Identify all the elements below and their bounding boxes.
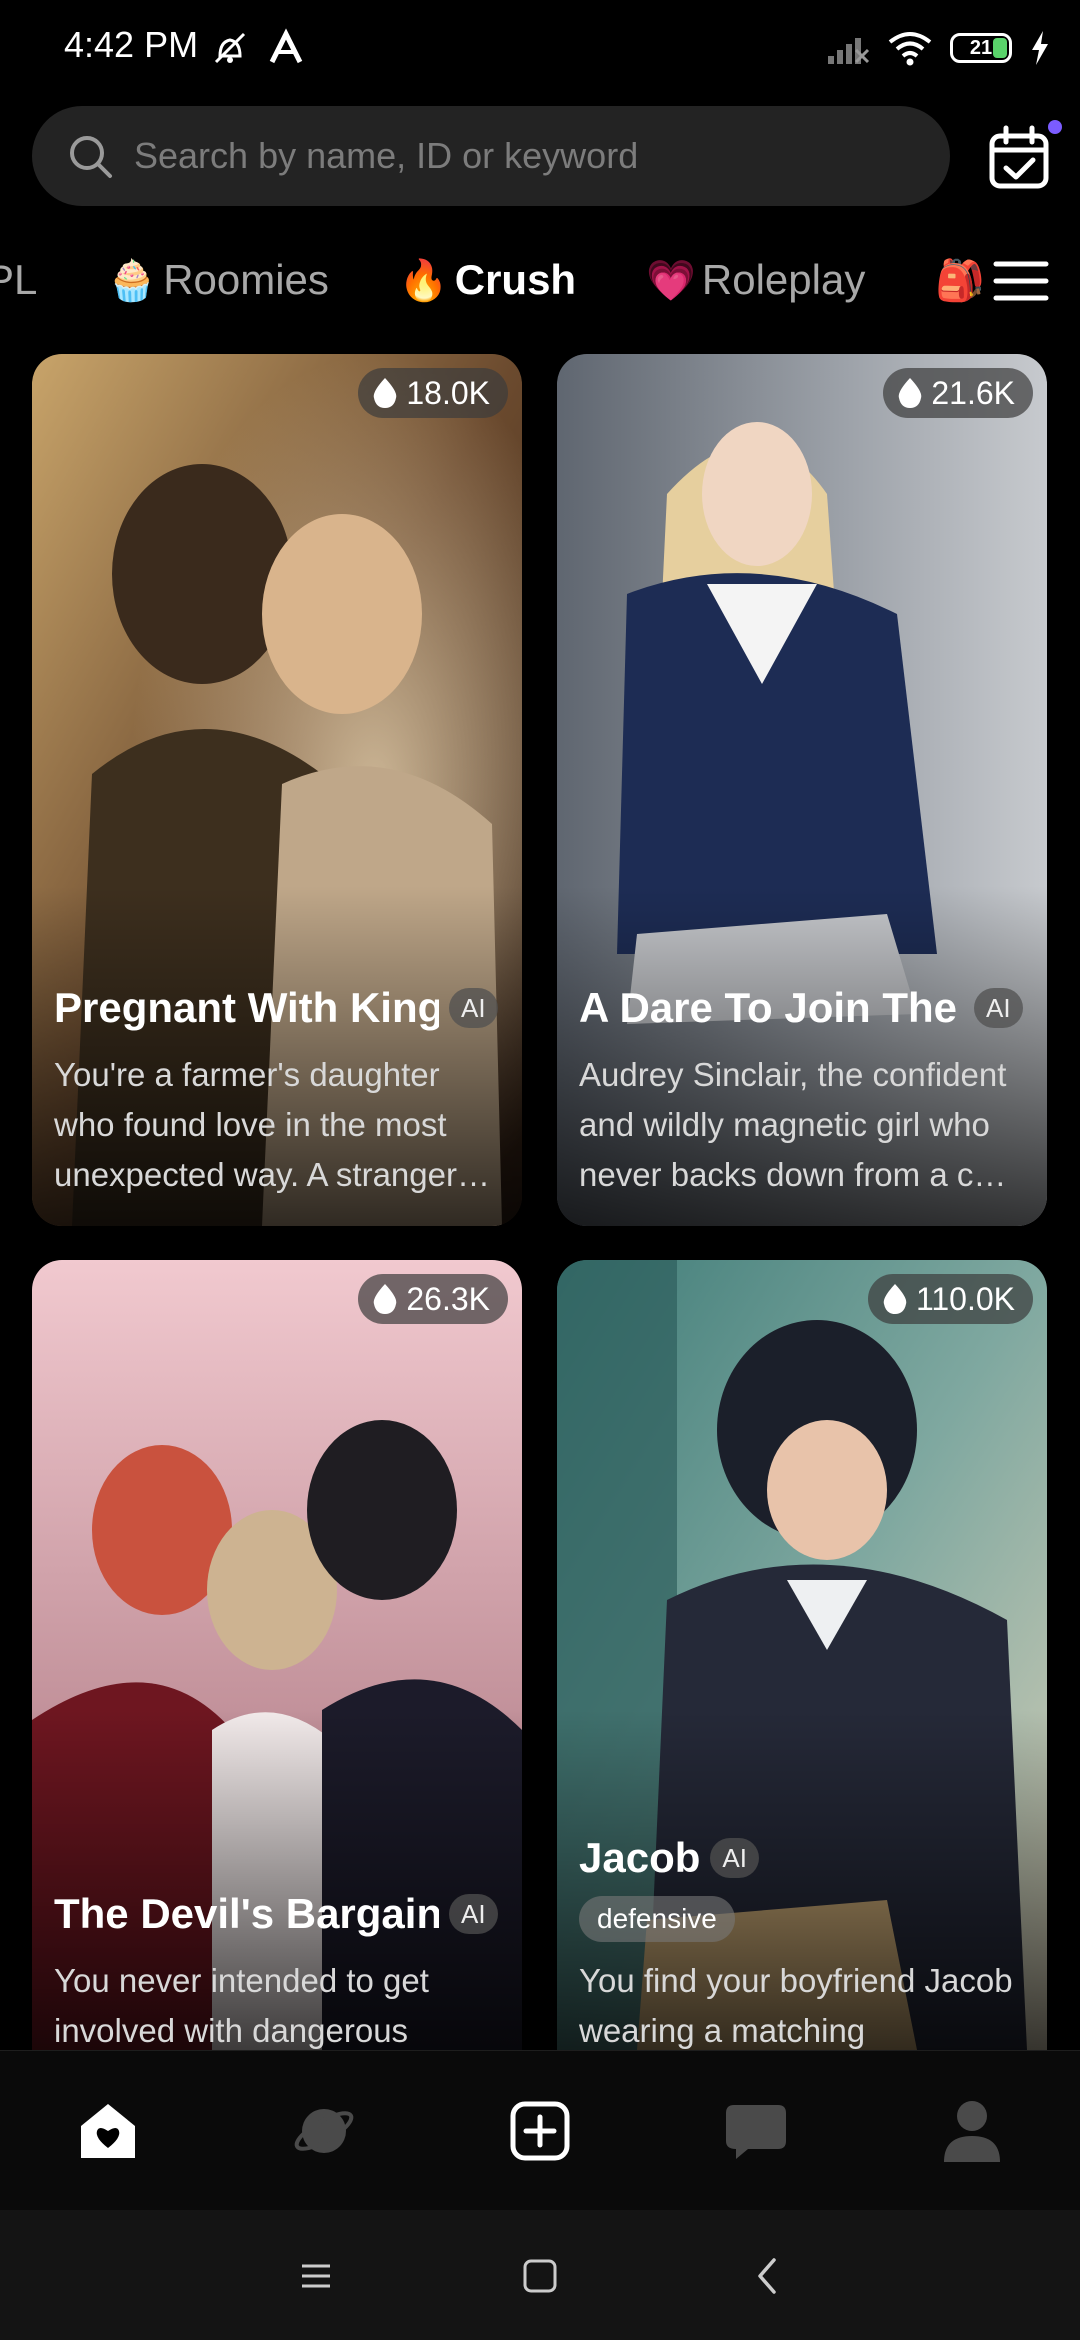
bottom-nav	[0, 2050, 1080, 2211]
popularity-count: 18.0K	[406, 374, 490, 411]
flame-drop-icon	[374, 1284, 397, 1314]
tab-label: Crush	[454, 256, 577, 303]
card-title-row: A Dare To Join The Club AI	[579, 984, 1033, 1032]
tab-backpack[interactable]: 🎒	[935, 257, 991, 304]
flame-drop-icon	[374, 378, 397, 408]
wifi-icon	[888, 32, 932, 66]
card-title-row: The Devil's Bargain AI	[54, 1890, 508, 1938]
status-left-icons	[210, 28, 304, 68]
trait-tag: defensive	[579, 1896, 735, 1942]
cupcake-icon: 🧁	[107, 258, 158, 303]
popularity-count: 110.0K	[915, 1280, 1015, 1317]
nav-profile[interactable]	[932, 2091, 1012, 2171]
recent-apps-icon[interactable]	[294, 2254, 338, 2298]
popularity-badge: 26.3K	[358, 1274, 508, 1324]
popularity-count: 21.6K	[931, 374, 1015, 411]
card-description: Audrey Sinclair, the confident and wildl…	[579, 1056, 1007, 1193]
tab-pl[interactable]: PL	[0, 256, 37, 304]
popularity-badge: 18.0K	[358, 368, 508, 418]
system-nav-bar	[0, 2210, 1080, 2340]
a-icon	[269, 28, 303, 64]
chat-icon	[726, 2105, 786, 2159]
card-title-row: Pregnant With King's Child AI	[54, 984, 508, 1032]
heart-icon: 💗	[646, 258, 696, 303]
profile-icon	[944, 2101, 1000, 2162]
status-right-icons: 21	[826, 30, 1050, 66]
tab-roomies[interactable]: 🧁 Roomies	[107, 256, 329, 304]
tab-label: Roomies	[163, 256, 329, 303]
notification-dot	[1048, 120, 1062, 134]
tab-roleplay[interactable]: 💗 Roleplay	[646, 256, 865, 304]
card-description: You're a farmer's daughter who found lov…	[54, 1056, 490, 1193]
backpack-icon: 🎒	[935, 258, 986, 303]
explore-planet-icon	[294, 2109, 354, 2153]
card-title-row: Jacob AI	[579, 1834, 1033, 1882]
battery-icon: 21	[950, 33, 1012, 63]
ai-badge: AI	[710, 1838, 759, 1878]
ai-badge: AI	[449, 988, 498, 1028]
fire-icon: 🔥	[398, 258, 449, 303]
popularity-count: 26.3K	[406, 1280, 490, 1317]
battery-level: 21	[969, 36, 993, 59]
flame-drop-icon	[899, 378, 922, 408]
search-icon	[70, 136, 112, 178]
card-title: Pregnant With King's Child	[54, 984, 439, 1031]
character-card[interactable]: 18.0K Pregnant With King's Child AI You'…	[32, 354, 522, 1226]
create-plus-icon	[510, 2101, 570, 2161]
card-description: You find your boyfriend Jacob wearing a …	[579, 1962, 1013, 2049]
card-description: You never intended to get involved with …	[54, 1962, 429, 2049]
search-bar[interactable]	[32, 106, 950, 206]
nav-explore[interactable]	[284, 2091, 364, 2171]
mute-alarm-icon	[214, 32, 246, 64]
flame-drop-icon	[883, 1284, 907, 1314]
home-square-icon[interactable]	[518, 2254, 562, 2298]
tab-label: Roleplay	[701, 256, 866, 303]
signal-icon	[828, 38, 870, 64]
character-card[interactable]: 21.6K A Dare To Join The Club AI Audrey …	[557, 354, 1047, 1226]
nav-chat[interactable]	[716, 2091, 796, 2171]
popularity-badge: 110.0K	[867, 1274, 1033, 1324]
search-input[interactable]	[132, 134, 916, 178]
tab-label: PL	[0, 256, 38, 303]
back-arrow-icon[interactable]	[746, 2254, 790, 2298]
tab-crush[interactable]: 🔥 Crush	[399, 256, 576, 304]
charging-icon	[1032, 31, 1048, 65]
character-card[interactable]: 110.0K Jacob AI defensive You find your …	[557, 1260, 1047, 2050]
ai-badge: AI	[449, 1894, 498, 1934]
status-time: 4:42 PM	[64, 24, 199, 65]
card-title: A Dare To Join The Club	[579, 984, 964, 1031]
nav-home[interactable]	[68, 2091, 148, 2171]
status-bar: 4:42 PM 21	[0, 0, 1080, 100]
home-icon	[81, 2104, 135, 2158]
category-tabs: PL 🧁 Roomies 🔥 Crush 💗 Roleplay 🎒	[0, 240, 1000, 320]
popularity-badge: 21.6K	[883, 368, 1033, 418]
nav-create[interactable]	[500, 2091, 580, 2171]
menu-icon[interactable]	[992, 256, 1050, 306]
character-card[interactable]: 26.3K The Devil's Bargain AI You never i…	[32, 1260, 522, 2050]
ai-badge: AI	[974, 988, 1023, 1028]
card-title: The Devil's Bargain	[54, 1890, 439, 1937]
card-title: Jacob	[579, 1834, 701, 1881]
calendar-check-icon[interactable]	[986, 124, 1054, 192]
